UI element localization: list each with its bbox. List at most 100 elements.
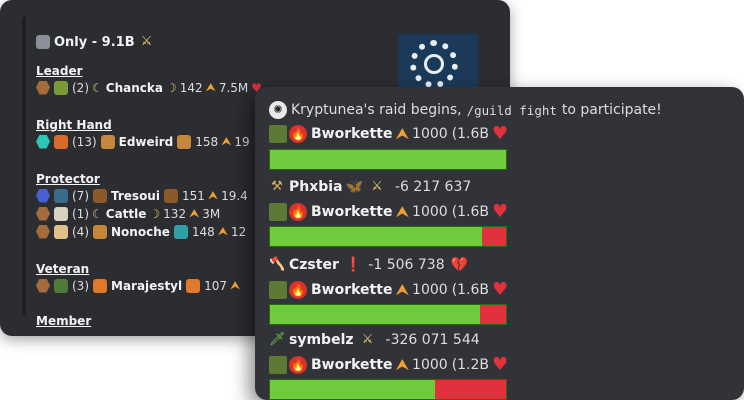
boss-hp-bar: [269, 379, 507, 400]
boss-hp-bar: [269, 304, 507, 325]
member-count: (4): [72, 224, 89, 239]
boss-name: Bworkette: [311, 125, 393, 142]
hp-lost-segment: [480, 305, 506, 324]
raid-header: ✺ Kryptunea's raid begins, /guild fight …: [269, 101, 662, 119]
member-row: (2) ☾ Chancka ☽ 142 ⮝ 7.5M ♥: [36, 80, 262, 95]
broken-heart-icon: 💔: [450, 257, 469, 273]
rank-hex-icon: [36, 134, 50, 149]
gear-emblem-center-icon: [424, 54, 444, 74]
section-member: Member: [36, 314, 92, 328]
frame-icon: [100, 134, 115, 149]
boss-portrait-icon: [269, 280, 287, 299]
axe-icon: 🪓: [269, 257, 286, 272]
member-name[interactable]: Nonoche: [111, 225, 170, 239]
frame-icon: [93, 224, 107, 239]
rank-up-icon: ⮝: [395, 279, 410, 299]
section-veteran: Veteran: [36, 262, 90, 276]
boss-level: 1000: [412, 356, 448, 373]
boss-status-row: 🔥 Bworkette ⮝ 1000 (1.6B ♥: [269, 201, 508, 222]
member-row: (1) ☾ Cattle ☽ 132 ⮝ 3M: [36, 206, 220, 221]
boss-hp-bar: [269, 149, 507, 170]
boss-hp-bar: [269, 226, 507, 247]
boss-status-row: 🔥 Bworkette ⮝ 1000 (1.2B ♥: [269, 354, 508, 375]
boss-name: Bworkette: [311, 356, 393, 373]
rank-up-icon: ⮝: [395, 354, 410, 374]
boss-portrait-icon: [269, 355, 287, 374]
section-leader: Leader: [36, 64, 83, 78]
member-row: (3) Marajestyl 107 ⮝: [36, 278, 243, 293]
frame-icon: [93, 278, 107, 293]
sword-icon: ⚔: [371, 179, 383, 194]
attacker-row: ⚒ Phxbia 🦋 ⚔ -6 217 637: [269, 179, 471, 195]
guild-title-row: Only - 9.1B ⚔: [36, 34, 159, 50]
damage-value: -326 071 544: [385, 332, 480, 348]
attacker-row: 🗡 symbelz ⚔ -326 071 544: [269, 332, 480, 348]
rank-up-icon: ⮝: [221, 134, 232, 148]
attacker-name[interactable]: Czster: [289, 257, 339, 273]
rank-hex-icon: [36, 224, 50, 239]
member-level: 151: [181, 188, 205, 203]
frame-icon: [173, 224, 188, 239]
member-name[interactable]: Chancka: [106, 81, 163, 95]
hp-lost-segment: [435, 380, 506, 399]
butterfly-icon: 🦋: [345, 179, 363, 195]
frame-icon: [163, 188, 178, 203]
hammer-icon: ⚒: [271, 179, 283, 194]
heart-icon: ♥: [492, 123, 509, 144]
damage-value: -6 217 637: [394, 179, 472, 195]
attacker-name[interactable]: symbelz: [289, 332, 354, 348]
class-icon: [54, 80, 68, 95]
guild-fight-command[interactable]: /guild fight: [467, 103, 557, 118]
member-row: (13) Edweird 158 ⮝ 19: [36, 134, 250, 149]
member-count: (1): [72, 206, 89, 221]
class-icon: [54, 206, 68, 221]
moon-icon: ☾: [92, 206, 103, 221]
damage-value: -1 506 738: [368, 257, 445, 273]
boss-avatar-icon: ✺: [269, 101, 287, 119]
boss-name: Bworkette: [311, 281, 393, 298]
member-power: 19: [234, 134, 250, 149]
member-count: (7): [72, 188, 89, 203]
member-row: (4) Nonoche 148 ⮝ 12: [36, 224, 246, 239]
section-protector: Protector: [36, 172, 100, 186]
rank-up-icon: ⮝: [205, 80, 216, 94]
moon-icon: ☽: [149, 206, 161, 221]
member-count: (13): [72, 134, 97, 149]
rank-hex-icon: [36, 80, 50, 95]
class-icon: [54, 224, 68, 239]
member-count: (3): [72, 278, 89, 293]
attacker-name[interactable]: Phxbia: [289, 179, 343, 195]
spear-icon: 🗡: [269, 332, 286, 347]
frame-icon: [177, 134, 192, 149]
member-level: 142: [179, 80, 203, 95]
rank-up-icon: ⮝: [207, 188, 219, 202]
heart-icon: ♥: [492, 354, 509, 375]
member-power: 7.5M: [218, 80, 249, 95]
rank-up-icon: ⮝: [189, 206, 200, 220]
member-name[interactable]: Tresoui: [111, 189, 160, 203]
hp-lost-segment: [482, 227, 506, 246]
rank-hex-icon: [36, 188, 50, 203]
member-power: 19.4: [221, 188, 248, 203]
member-row: (7) Tresoui 151 ⮝ 19.4: [36, 188, 248, 203]
fire-element-icon: 🔥: [289, 280, 307, 299]
rank-up-icon: ⮝: [395, 123, 410, 143]
attacker-row: 🪓 Czster ❗ -1 506 738 💔: [269, 257, 468, 273]
guild-avatar-icon: [36, 35, 50, 49]
boss-portrait-icon: [269, 202, 287, 221]
guild-title: Only - 9.1B: [54, 34, 135, 50]
member-level: 132: [163, 206, 187, 221]
rank-up-icon: ⮝: [395, 201, 410, 221]
boss-hp: (1.6B: [451, 281, 490, 298]
fire-element-icon: 🔥: [289, 202, 307, 221]
class-icon: [54, 278, 68, 293]
member-name[interactable]: Marajestyl: [111, 279, 182, 293]
moon-icon: ☽: [165, 80, 177, 95]
raid-header-suffix: to participate!: [561, 102, 662, 118]
member-name[interactable]: Edweird: [119, 135, 174, 149]
boss-portrait-icon: [269, 124, 287, 143]
boss-level: 1000: [412, 281, 448, 298]
member-name[interactable]: Cattle: [106, 207, 147, 221]
member-count: (2): [72, 80, 89, 95]
section-right-hand: Right Hand: [36, 118, 112, 132]
